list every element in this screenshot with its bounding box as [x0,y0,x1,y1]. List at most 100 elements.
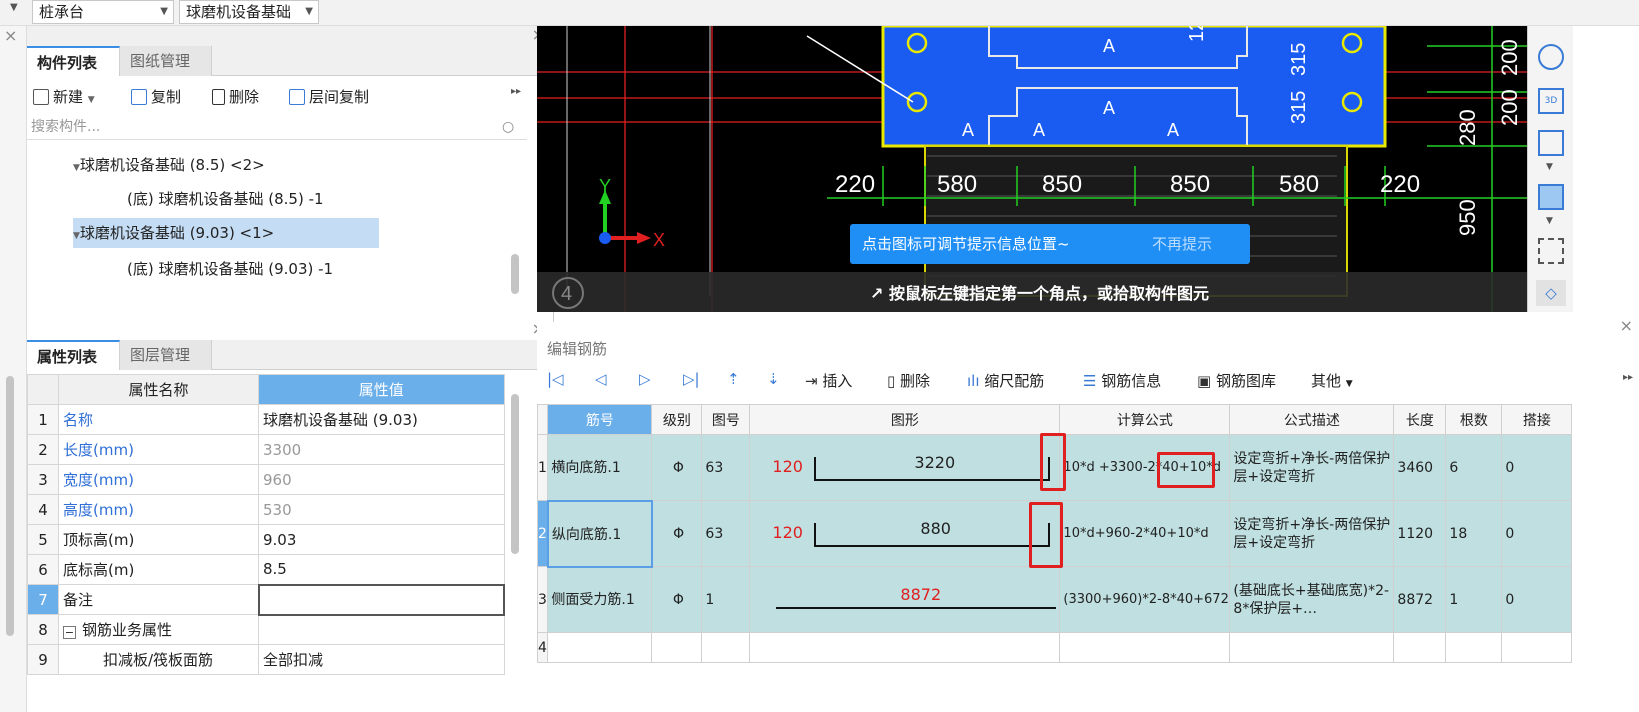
move-down-icon[interactable]: ⇣ [767,370,780,388]
floor-copy-button[interactable]: 层间复制 [289,86,369,107]
formula-desc[interactable]: 设定弯折+净长-两倍保护层+设定弯折 [1229,500,1395,567]
last-record-icon[interactable]: ▷| [683,370,700,388]
col-length[interactable]: 长度 [1393,404,1447,435]
col-formula-desc[interactable]: 公式描述 [1229,404,1395,435]
formula[interactable]: (3300+960)*2-8*40+672 [1059,566,1231,633]
copy-button[interactable]: 复制 [131,86,181,107]
bar-length[interactable]: 3220 [914,453,955,472]
prev-record-icon[interactable]: ◁ [595,370,607,388]
grade-symbol[interactable]: Φ [651,566,703,633]
shape-cell[interactable]: 8872 [749,566,1061,633]
length[interactable]: 1120 [1393,500,1447,567]
lap[interactable]: 0 [1501,566,1573,633]
wireframe-icon[interactable]: ◇ [1536,280,1566,306]
first-record-icon[interactable]: |◁ [547,370,564,388]
col-figure-no[interactable]: 图号 [701,404,751,435]
hook-length[interactable]: 120 [772,523,803,542]
move-up-icon[interactable]: ⇡ [727,370,740,388]
property-group[interactable]: − 钢筋业务属性 [58,614,259,645]
figure-number[interactable]: 63 [701,434,751,501]
bar-name[interactable] [547,632,653,663]
property-value[interactable]: 全部扣减 [258,644,505,675]
close-icon[interactable]: × [1620,316,1633,335]
count[interactable]: 6 [1445,434,1503,501]
fit-view-icon[interactable] [1538,238,1564,264]
component-name-select[interactable]: 球磨机设备基础 ▼ [179,0,319,24]
grade-symbol[interactable]: Φ [651,434,703,501]
cube-icon[interactable] [1538,130,1564,156]
remark-input[interactable] [257,583,505,616]
dropdown-arrow-icon[interactable]: ▼ [10,2,18,13]
formula[interactable]: 10*d+960-2*40+10*d [1059,500,1231,567]
shape-cell[interactable]: 120 3220 [749,434,1061,501]
tab-property-list[interactable]: 属性列表 [27,340,120,370]
bar-name[interactable]: 横向底筋.1 [547,434,653,501]
shape-cell[interactable]: 120 880 [749,500,1061,567]
col-shape[interactable]: 图形 [749,404,1061,435]
search-icon[interactable]: ○ [502,114,514,140]
tree-item[interactable]: (底) 球磨机设备基础 (9.03) -1 [127,258,333,279]
rebar-library-button[interactable]: ▣ 钢筋图库 [1197,370,1276,391]
more-arrow-icon[interactable]: ▸▸ [1623,372,1633,383]
formula-desc[interactable] [1229,632,1395,663]
dismiss-tip-button[interactable]: 不再提示 [1152,224,1212,264]
scale-rebar-button[interactable]: ılı 缩尺配筋 [967,370,1044,391]
formula[interactable] [1059,632,1231,663]
col-formula[interactable]: 计算公式 [1059,404,1231,435]
figure-number[interactable] [701,632,751,663]
component-type-select[interactable]: 桩承台 ▼ [32,0,174,24]
shape-cell[interactable] [749,632,1061,663]
col-grade[interactable]: 级别 [651,404,703,435]
solid-cube-icon[interactable] [1538,184,1564,210]
3d-view-icon[interactable]: 3D [1538,88,1564,114]
formula-desc[interactable]: 设定弯折+净长-两倍保护层+设定弯折 [1229,434,1395,501]
scrollbar[interactable] [511,394,519,554]
col-count[interactable]: 根数 [1445,404,1503,435]
chevron-down-icon[interactable]: ▼ [1546,216,1553,226]
orbit-icon[interactable] [1538,44,1564,70]
bar-name[interactable]: 侧面受力筋.1 [547,566,653,633]
count[interactable]: 1 [1445,566,1503,633]
tree-item-group-selected[interactable]: ▼球磨机设备基础 (9.03) <1> [73,218,379,248]
insert-button[interactable]: ⇥ 插入 [805,370,852,391]
bar-length[interactable]: 8872 [900,585,941,604]
delete-button[interactable]: 删除 [212,86,259,107]
cad-drawing[interactable]: A A A A A 315 315 12 220 580 850 850 580… [537,26,1527,312]
table-row[interactable]: 4 [536,632,1573,663]
count[interactable] [1445,632,1503,663]
length[interactable]: 3460 [1393,434,1447,501]
figure-number[interactable]: 1 [701,566,751,633]
other-menu[interactable]: 其他 ▼ [1311,370,1353,391]
hook-length[interactable]: 120 [772,457,803,476]
search-input[interactable]: 搜索构件... ○ [27,114,527,140]
cad-viewport[interactable]: A A A A A 315 315 12 220 580 850 850 580… [537,26,1527,312]
bar-name[interactable]: 纵向底筋.1 [546,499,653,568]
col-lap[interactable]: 搭接 [1501,404,1573,435]
property-value[interactable]: 960 [258,464,505,495]
bar-length[interactable]: 880 [920,519,951,538]
collapse-icon[interactable]: − [63,626,76,639]
more-arrow-icon[interactable]: ▸▸ [511,86,521,97]
table-row[interactable]: 3 侧面受力筋.1 Φ 1 8872 (3300+960)*2-8*40+672… [536,566,1573,633]
tab-drawing-management[interactable]: 图纸管理 [120,46,212,76]
count[interactable]: 18 [1445,500,1503,567]
property-value[interactable]: 球磨机设备基础 (9.03) [258,404,505,435]
scrollbar[interactable] [511,254,519,294]
length[interactable] [1393,632,1447,663]
figure-number[interactable]: 63 [701,500,751,567]
grade-symbol[interactable] [651,632,703,663]
property-value[interactable]: 530 [258,494,505,525]
formula-desc[interactable]: (基础底长+基础底宽)*2-8*保护层+… [1229,566,1395,633]
property-value[interactable]: 9.03 [258,524,505,555]
next-record-icon[interactable]: ▷ [639,370,651,388]
lap[interactable] [1501,632,1573,663]
lap[interactable]: 0 [1501,434,1573,501]
length[interactable]: 8872 [1393,566,1447,633]
tab-component-list[interactable]: 构件列表 [27,46,120,76]
new-button[interactable]: 新建 ▼ [33,86,95,107]
grade-symbol[interactable]: Φ [651,500,703,567]
tree-item-group[interactable]: ▼球磨机设备基础 (8.5) <2> [73,154,265,175]
tree-item[interactable]: (底) 球磨机设备基础 (8.5) -1 [127,188,324,209]
chevron-down-icon[interactable]: ▼ [1546,162,1553,172]
property-value[interactable]: 8.5 [258,554,505,585]
